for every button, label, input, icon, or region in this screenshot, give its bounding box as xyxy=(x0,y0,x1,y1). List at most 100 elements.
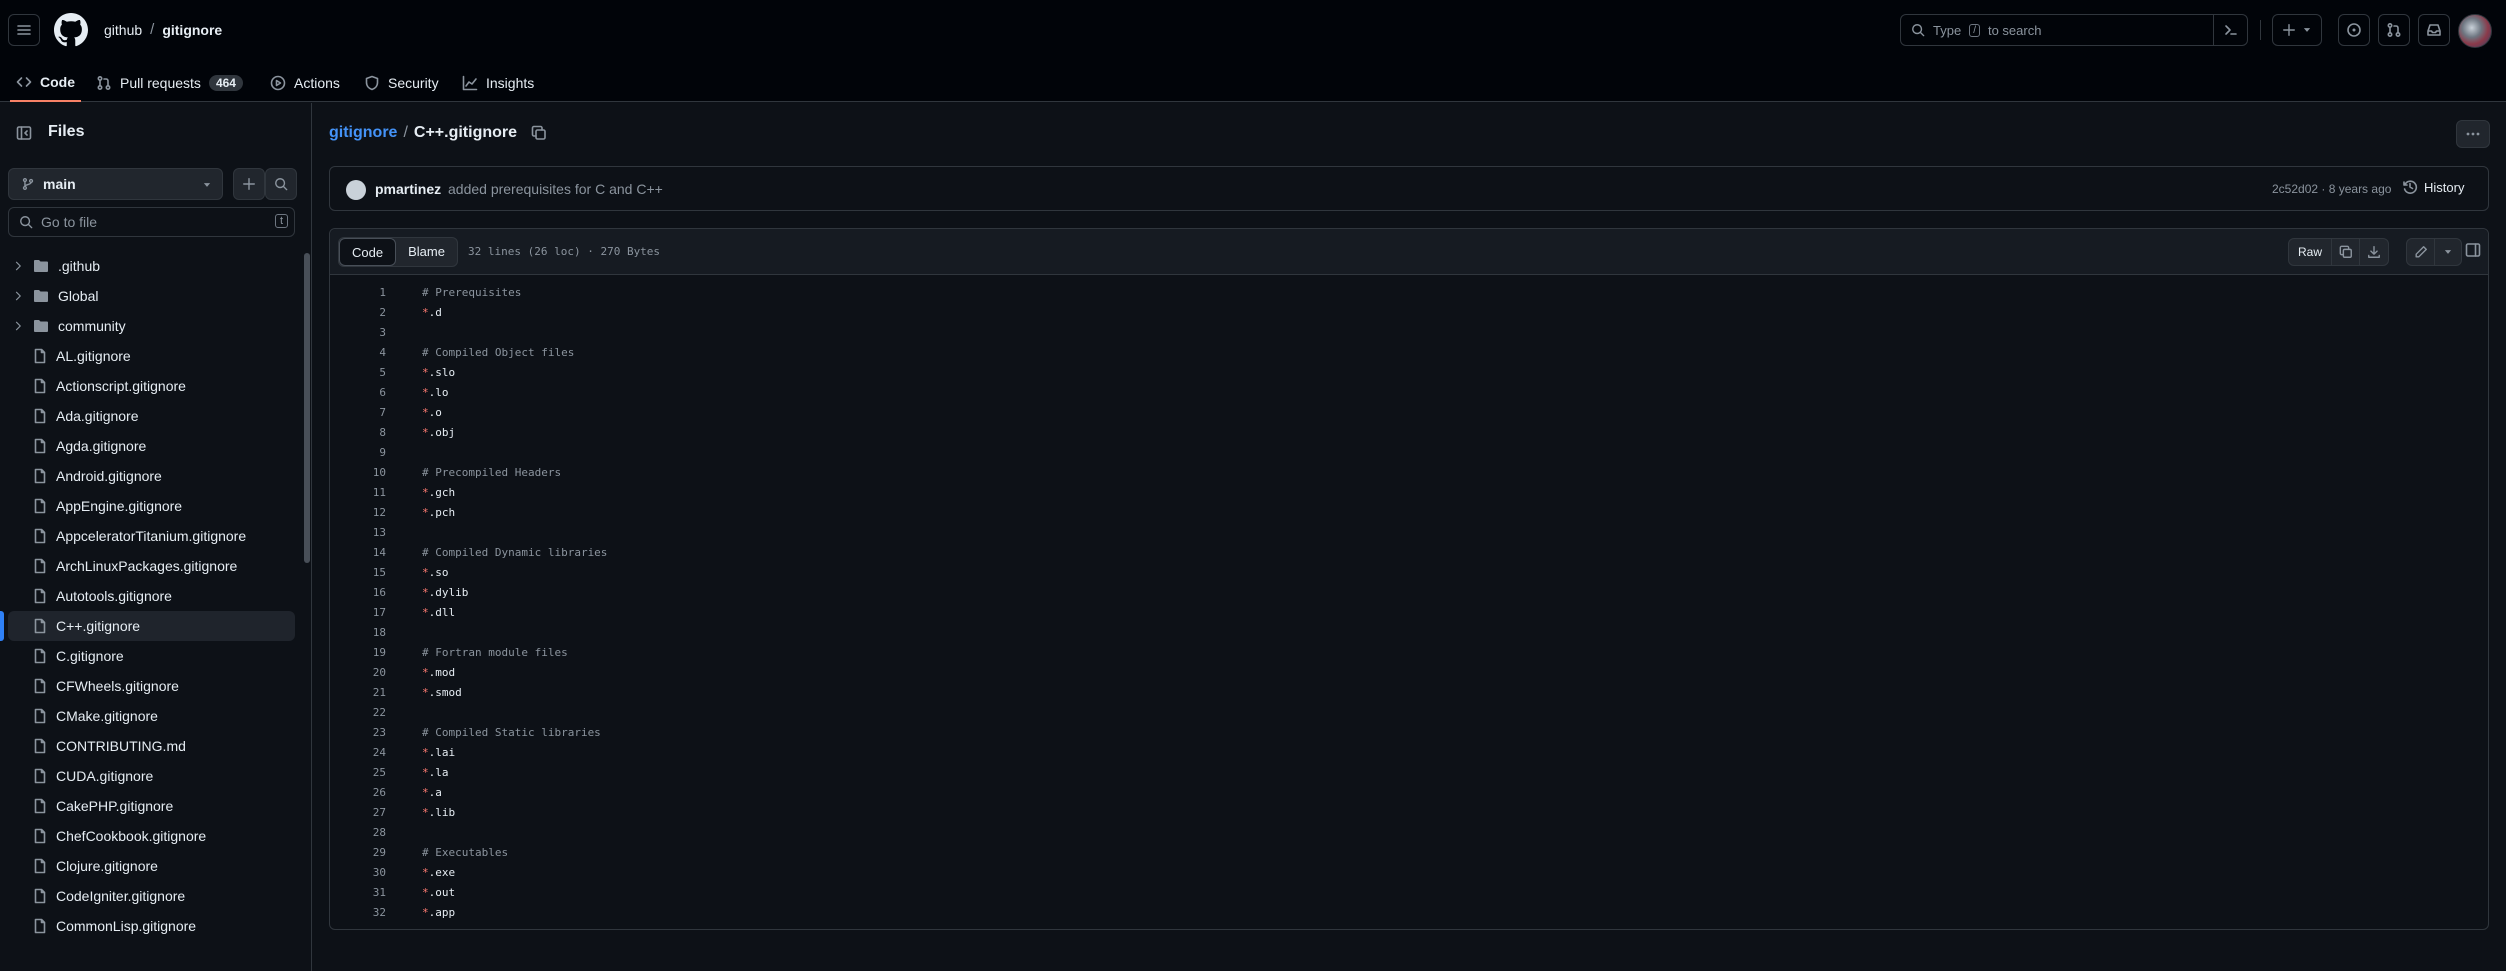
tab-insights[interactable]: Insights xyxy=(462,64,534,102)
branch-select[interactable]: main xyxy=(8,168,223,200)
edit-file-button[interactable] xyxy=(2407,239,2435,265)
notifications-button[interactable] xyxy=(2418,14,2450,46)
line-number[interactable]: 27 xyxy=(330,806,386,819)
line-number[interactable]: 4 xyxy=(330,346,386,359)
line-number[interactable]: 18 xyxy=(330,626,386,639)
line-number[interactable]: 5 xyxy=(330,366,386,379)
file-tree-item[interactable]: ArchLinuxPackages.gitignore xyxy=(8,551,295,581)
tree-folder[interactable]: Global xyxy=(8,281,295,311)
line-number[interactable]: 32 xyxy=(330,906,386,919)
command-palette-button[interactable] xyxy=(2213,15,2247,45)
line-number[interactable]: 21 xyxy=(330,686,386,699)
file-tree-item[interactable]: ChefCookbook.gitignore xyxy=(8,821,295,851)
line-number[interactable]: 15 xyxy=(330,566,386,579)
more-options-button[interactable] xyxy=(2456,120,2490,148)
tree-folder[interactable]: community xyxy=(8,311,295,341)
file-tree-item[interactable]: Ada.gitignore xyxy=(8,401,295,431)
file-tree-item[interactable]: Actionscript.gitignore xyxy=(8,371,295,401)
line-number[interactable]: 12 xyxy=(330,506,386,519)
file-tree-item[interactable]: CMake.gitignore xyxy=(8,701,295,731)
issues-button[interactable] xyxy=(2338,14,2370,46)
user-avatar[interactable] xyxy=(2458,14,2492,48)
collapse-sidebar-button[interactable] xyxy=(8,117,40,149)
file-tree-item[interactable]: CUDA.gitignore xyxy=(8,761,295,791)
tab-security[interactable]: Security xyxy=(364,64,439,102)
commit-author-avatar[interactable] xyxy=(346,180,366,200)
menu-button[interactable] xyxy=(8,14,40,46)
repo-link[interactable]: gitignore xyxy=(162,22,222,38)
line-number[interactable]: 16 xyxy=(330,586,386,599)
line-number[interactable]: 26 xyxy=(330,786,386,799)
file-tree-item[interactable]: AL.gitignore xyxy=(8,341,295,371)
commit-author[interactable]: pmartinez xyxy=(375,181,441,197)
line-number[interactable]: 24 xyxy=(330,746,386,759)
file-tree-item[interactable]: AppceleratorTitanium.gitignore xyxy=(8,521,295,551)
edit-dropdown-button[interactable] xyxy=(2435,239,2461,265)
line-number[interactable]: 20 xyxy=(330,666,386,679)
file-tree-item[interactable]: AppEngine.gitignore xyxy=(8,491,295,521)
tab-label: Insights xyxy=(486,75,535,91)
search-input[interactable]: Type / to search xyxy=(1900,14,2248,46)
line-number[interactable]: 10 xyxy=(330,466,386,479)
file-tree-item[interactable]: C.gitignore xyxy=(8,641,295,671)
inbox-icon xyxy=(2427,24,2441,36)
tree-folder[interactable]: .github xyxy=(8,251,295,281)
line-number[interactable]: 9 xyxy=(330,446,386,459)
line-number[interactable]: 25 xyxy=(330,766,386,779)
file-tree-item[interactable]: CodeIgniter.gitignore xyxy=(8,881,295,911)
line-number[interactable]: 7 xyxy=(330,406,386,419)
code-tab[interactable]: Code xyxy=(339,238,397,266)
tab-pull-requests[interactable]: Pull requests 464 xyxy=(96,64,243,102)
file-tree-item[interactable]: CFWheels.gitignore xyxy=(8,671,295,701)
commit-message[interactable]: added prerequisites for C and C++ xyxy=(448,181,663,197)
file-tree-item[interactable]: Android.gitignore xyxy=(8,461,295,491)
file-tree-item[interactable]: Agda.gitignore xyxy=(8,431,295,461)
line-number[interactable]: 6 xyxy=(330,386,386,399)
pull-requests-button[interactable] xyxy=(2378,14,2410,46)
glob-star: * xyxy=(422,425,429,439)
go-to-file-input[interactable]: Go to file t xyxy=(8,207,295,237)
file-tree-item[interactable]: C++.gitignore xyxy=(0,611,295,641)
owner-link[interactable]: github xyxy=(104,22,142,38)
line-number[interactable]: 19 xyxy=(330,646,386,659)
add-file-button[interactable] xyxy=(233,168,265,200)
line-number[interactable]: 1 xyxy=(330,286,386,299)
copy-path-button[interactable] xyxy=(531,125,547,141)
tab-code[interactable]: Code xyxy=(10,64,81,102)
line-number[interactable]: 2 xyxy=(330,306,386,319)
line-number[interactable]: 8 xyxy=(330,426,386,439)
file-tree-item[interactable]: CONTRIBUTING.md xyxy=(8,731,295,761)
branch-name: main xyxy=(43,176,76,192)
line-number[interactable]: 3 xyxy=(330,326,386,339)
line-number[interactable]: 28 xyxy=(330,826,386,839)
search-files-button[interactable] xyxy=(265,168,297,200)
symbols-panel-button[interactable] xyxy=(2465,242,2481,258)
tab-actions[interactable]: Actions xyxy=(270,64,340,102)
sidebar-scrollbar[interactable] xyxy=(304,253,310,563)
line-text: *.app xyxy=(422,905,456,919)
commit-meta[interactable]: 2c52d02 · 8 years ago xyxy=(2272,182,2391,196)
line-number[interactable]: 31 xyxy=(330,886,386,899)
file-tree-item[interactable]: Autotools.gitignore xyxy=(8,581,295,611)
raw-button[interactable]: Raw xyxy=(2289,239,2333,265)
file-tree-item[interactable]: Clojure.gitignore xyxy=(8,851,295,881)
line-number[interactable]: 13 xyxy=(330,526,386,539)
github-logo[interactable] xyxy=(54,13,88,47)
line-number[interactable]: 14 xyxy=(330,546,386,559)
create-new-button[interactable] xyxy=(2272,14,2322,46)
line-number[interactable]: 11 xyxy=(330,486,386,499)
download-button[interactable] xyxy=(2360,239,2388,265)
line-text: # Compiled Static libraries xyxy=(422,725,601,739)
history-button[interactable]: History xyxy=(2402,179,2464,195)
file-tree-item[interactable]: CommonLisp.gitignore xyxy=(8,911,295,941)
line-number[interactable]: 22 xyxy=(330,706,386,719)
line-number[interactable]: 23 xyxy=(330,726,386,739)
line-number[interactable]: 17 xyxy=(330,606,386,619)
file-tree-item[interactable]: CakePHP.gitignore xyxy=(8,791,295,821)
copy-raw-button[interactable] xyxy=(2332,239,2361,265)
blame-tab[interactable]: Blame xyxy=(396,238,457,266)
code-line: 4 # Compiled Object files xyxy=(330,342,2480,362)
line-number[interactable]: 29 xyxy=(330,846,386,859)
line-number[interactable]: 30 xyxy=(330,866,386,879)
breadcrumb-repo-link[interactable]: gitignore xyxy=(329,124,397,142)
